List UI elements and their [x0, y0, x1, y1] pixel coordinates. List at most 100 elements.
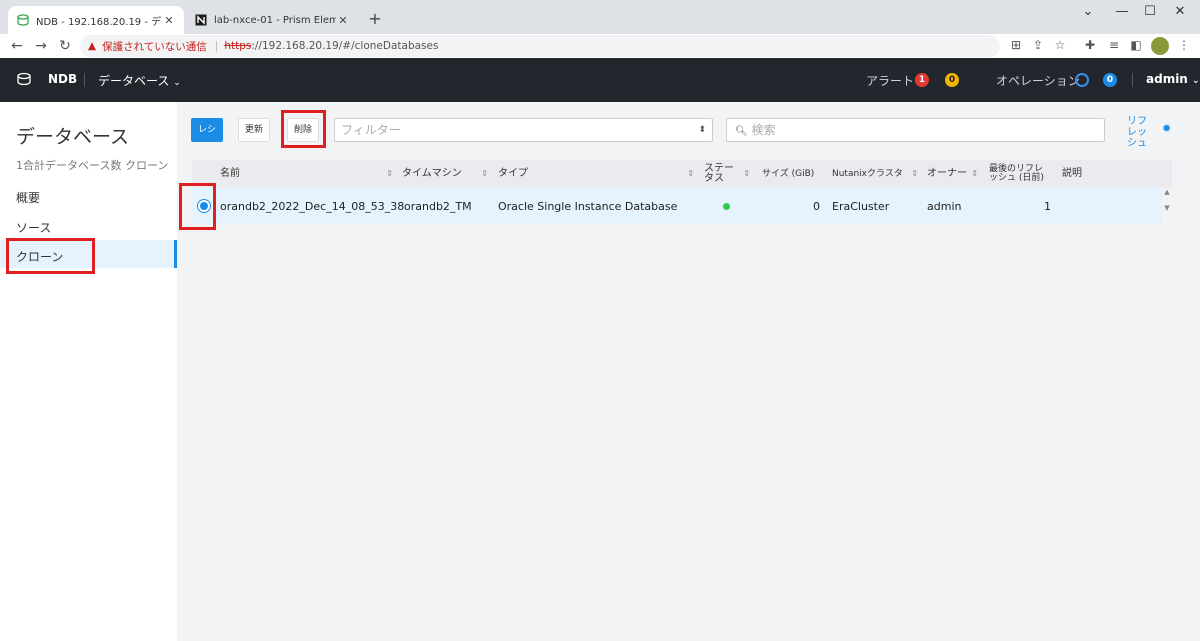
sort-icon[interactable]: ⇕ — [911, 169, 918, 179]
profile-avatar[interactable] — [1151, 37, 1169, 55]
search-placeholder: 検索 — [751, 123, 776, 137]
user-name: admin — [1146, 72, 1188, 86]
url-path: ://192.168.20.19/#/cloneDatabases — [251, 40, 439, 52]
main-content: レシ 更新 削除 フィルター ⬍ 🔍︎ 検索 リフレッシュ ✹ 名前 ⇕ タイムマシ… — [177, 102, 1200, 641]
highlight-row-radio — [179, 183, 216, 230]
browser-tab-strip: NDB - 192.168.20.19 - データベース ✕ lab-nxce-… — [0, 0, 1200, 34]
cell-size: 0 — [813, 199, 820, 213]
sort-icon[interactable]: ⇕ — [971, 169, 978, 179]
app-header: NDB データベース ⌄ アラート 1 0 オペレーション 0 admin ⌄ — [0, 58, 1200, 102]
extensions-icon[interactable]: ✚ — [1082, 38, 1098, 52]
clones-table: 名前 ⇕ タイムマシン ⇕ タイプ ⇕ ステータス ⇕ サイズ (GiB) Nutani… — [192, 160, 1172, 224]
cell-time-machine: orandb2_TM — [404, 199, 472, 213]
divider: | — [214, 40, 219, 52]
highlight-delete-button — [281, 110, 326, 148]
table-row[interactable]: orandb2_2022_Dec_14_08_53_38 orandb2_TM … — [192, 188, 1162, 224]
forward-icon[interactable]: → — [32, 37, 50, 55]
reload-icon[interactable]: ↻ — [56, 37, 74, 55]
column-header-size[interactable]: サイズ (GiB) — [762, 160, 827, 188]
more-menu-icon[interactable]: ⋮ — [1176, 38, 1192, 52]
maximize-icon[interactable]: ☐ — [1140, 4, 1160, 19]
alert-critical-badge[interactable]: 1 — [915, 73, 929, 87]
search-input[interactable]: 🔍︎ 検索 — [726, 118, 1105, 142]
cell-status — [723, 188, 730, 224]
tab-title: NDB - 192.168.20.19 - データベース — [36, 16, 162, 28]
url-protocol: https — [224, 40, 252, 52]
divider — [84, 73, 85, 87]
column-header-cluster[interactable]: Nutanixクラスタ ⇕ — [832, 160, 922, 188]
sort-icon[interactable]: ⇕ — [743, 169, 750, 179]
cell-name[interactable]: orandb2_2022_Dec_14_08_53_38 — [220, 188, 404, 224]
nutanix-favicon-icon — [194, 13, 208, 27]
browser-toolbar: ← → ↻ ▲ 保護されていない通信 | https ://192.168.20… — [0, 34, 1200, 58]
search-icon: 🔍︎ — [735, 126, 748, 137]
close-tab-icon[interactable]: ✕ — [336, 14, 350, 27]
column-header-time-machine[interactable]: タイムマシン ⇕ — [402, 160, 492, 188]
column-label: 名前 — [220, 168, 240, 179]
column-label: タイムマシン — [402, 168, 462, 179]
user-menu[interactable]: admin ⌄ — [1146, 72, 1200, 86]
operations-progress-icon[interactable] — [1075, 73, 1089, 87]
cell-type: Oracle Single Instance Database — [498, 199, 678, 213]
column-header-description[interactable]: 説明 — [1062, 160, 1122, 188]
operations-badge[interactable]: 0 — [1103, 73, 1117, 87]
share-icon[interactable]: ⇪ — [1030, 38, 1046, 52]
sort-icon[interactable]: ⇕ — [687, 169, 694, 179]
column-label: サイズ (GiB) — [762, 169, 815, 179]
sidebar-item-summary[interactable]: 概要 — [16, 189, 40, 206]
back-icon[interactable]: ← — [8, 37, 26, 55]
filter-select[interactable]: フィルター ⬍ — [334, 118, 713, 142]
alert-warning-badge[interactable]: 0 — [945, 73, 959, 87]
translate-icon[interactable]: ⊞ — [1008, 38, 1024, 52]
sidebar-item-sources[interactable]: ソース — [16, 219, 51, 236]
chevron-down-icon[interactable]: ⌄ — [1078, 4, 1098, 19]
divider — [1132, 73, 1133, 87]
star-icon[interactable]: ☆ — [1052, 38, 1068, 52]
database-count: 1合計データベース数 クローン — [16, 159, 169, 172]
operations-label[interactable]: オペレーション — [996, 72, 1080, 89]
update-button[interactable]: 更新 — [238, 118, 270, 142]
cell-owner: admin — [927, 199, 962, 213]
column-header-name[interactable]: 名前 ⇕ — [220, 160, 397, 188]
column-header-owner[interactable]: オーナー ⇕ — [927, 160, 982, 188]
tab-title: lab-nxce-01 - Prism Element — [214, 14, 336, 26]
warning-icon: ▲ — [88, 40, 97, 52]
chevron-down-icon: ⌄ — [1192, 76, 1200, 86]
refresh-label: リフレッシュ — [1127, 116, 1147, 149]
column-header-type[interactable]: タイプ ⇕ — [498, 160, 698, 188]
select-caret-icon: ⬍ — [698, 125, 706, 135]
column-header-status[interactable]: ステータス ⇕ — [704, 160, 754, 188]
new-tab-button[interactable]: + — [366, 9, 384, 28]
highlight-clones-item — [6, 238, 95, 274]
column-label: タイプ — [498, 168, 528, 179]
sidebar: データベース 1合計データベース数 クローン 概要 ソース クローン — [0, 102, 177, 641]
table-scrollbar[interactable]: ▲ ▼ — [1162, 188, 1172, 224]
app-name[interactable]: NDB — [48, 72, 77, 86]
chevron-down-icon: ⌄ — [173, 78, 181, 88]
gear-icon[interactable]: ✹ — [1162, 122, 1171, 135]
alerts-label[interactable]: アラート — [866, 72, 914, 89]
database-menu[interactable]: データベース ⌄ — [98, 72, 181, 89]
status-ok-icon — [723, 202, 730, 210]
sort-icon[interactable]: ⇕ — [386, 169, 393, 179]
reading-list-icon[interactable]: ≡ — [1106, 38, 1122, 52]
address-bar[interactable]: ▲ 保護されていない通信 | https ://192.168.20.19/#/… — [80, 35, 1000, 57]
filter-placeholder: フィルター — [341, 123, 401, 137]
security-warning[interactable]: 保護されていない通信 — [102, 39, 207, 54]
close-window-icon[interactable]: ✕ — [1170, 4, 1190, 19]
browser-tab-ndb[interactable]: NDB - 192.168.20.19 - データベース ✕ — [8, 6, 184, 34]
table-header: 名前 ⇕ タイムマシン ⇕ タイプ ⇕ ステータス ⇕ サイズ (GiB) Nutani… — [192, 160, 1172, 188]
browser-tab-prism[interactable]: lab-nxce-01 - Prism Element ✕ — [186, 6, 358, 34]
minimize-icon[interactable]: — — [1112, 4, 1132, 19]
cell-last-refresh: 1 — [1044, 199, 1051, 213]
refresh-button[interactable]: リフレッシュ — [1127, 116, 1147, 149]
ndb-logo-icon — [16, 71, 32, 87]
close-tab-icon[interactable]: ✕ — [162, 14, 176, 27]
database-favicon-icon — [16, 13, 30, 27]
database-menu-label: データベース — [98, 74, 170, 88]
side-panel-icon[interactable]: ◧ — [1128, 38, 1144, 52]
column-label: 最後のリフレッシュ (日前) — [989, 164, 1044, 183]
action-button[interactable]: レシ — [191, 118, 223, 142]
sort-icon[interactable]: ⇕ — [481, 169, 488, 179]
column-header-last-refresh[interactable]: 最後のリフレッシュ (日前) — [989, 160, 1055, 188]
